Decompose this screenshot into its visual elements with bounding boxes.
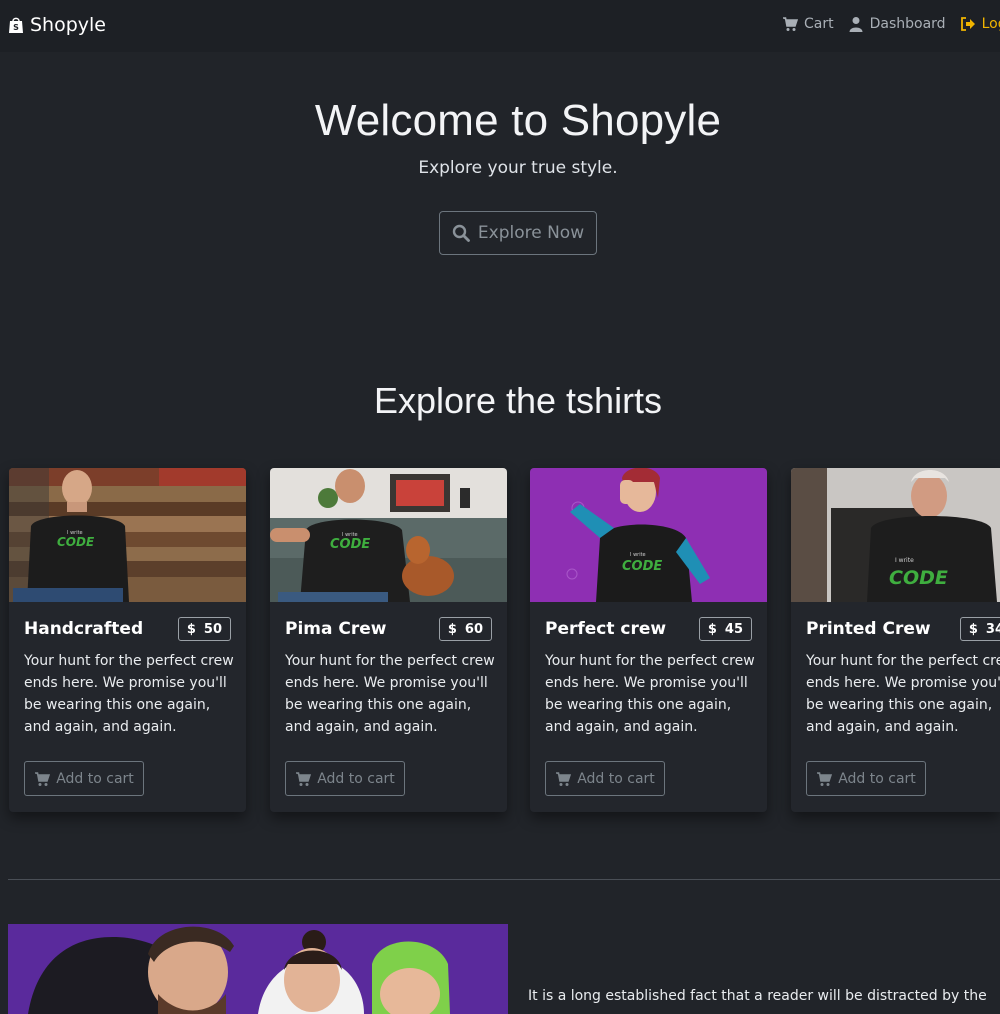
add-to-cart-button[interactable]: Add to cart: [545, 761, 665, 796]
product-image: I write CODE: [270, 468, 507, 602]
currency-symbol: $: [186, 621, 196, 637]
product-description: Your hunt for the perfect crew ends here…: [24, 653, 234, 735]
product-image: I write CODE: [791, 468, 1000, 602]
product-description: Your hunt for the perfect crew ends here…: [806, 653, 1000, 735]
product-image: I write CODE: [9, 468, 246, 602]
shirt-print: CODE: [622, 559, 662, 574]
nav-dashboard-link[interactable]: Dashboard: [848, 16, 946, 32]
product-card: I write CODE Pima Crew $ 60 Your hunt fo…: [270, 468, 507, 812]
product-name: Perfect crew: [545, 619, 667, 639]
price-badge: $ 45: [698, 617, 752, 641]
add-to-cart-button[interactable]: Add to cart: [24, 761, 144, 796]
add-to-cart-label: Add to cart: [577, 770, 655, 787]
product-card: I write CODE Handcrafted $ 50 Your hunt …: [9, 468, 246, 812]
add-to-cart-label: Add to cart: [317, 770, 395, 787]
svg-text:S: S: [13, 23, 19, 32]
product-name: Pima Crew: [285, 619, 387, 639]
cart-icon: [296, 771, 312, 786]
price-badge: $ 34: [959, 617, 1000, 641]
explore-now-button[interactable]: Explore Now: [439, 211, 597, 255]
price-value: 60: [464, 621, 483, 637]
product-name: Handcrafted: [24, 619, 144, 639]
cart-icon: [817, 771, 833, 786]
nav-cart-label: Cart: [804, 16, 834, 32]
currency-symbol: $: [447, 621, 457, 637]
shirt-print-small: I write: [630, 552, 646, 558]
product-name: Printed Crew: [806, 619, 931, 639]
search-icon: [452, 224, 470, 242]
add-to-cart-button[interactable]: Add to cart: [285, 761, 405, 796]
brand-name: Shopyle: [30, 14, 106, 36]
add-to-cart-button[interactable]: Add to cart: [806, 761, 926, 796]
shirt-print: CODE: [57, 535, 95, 549]
product-image: I write CODE: [530, 468, 767, 602]
shirt-print-small: I write: [895, 557, 914, 564]
price-value: 45: [724, 621, 743, 637]
currency-symbol: $: [707, 621, 717, 637]
hero-subtitle: Explore your true style.: [418, 158, 618, 178]
hero-title: Welcome to Shopyle: [314, 96, 722, 145]
product-description: Your hunt for the perfect crew ends here…: [285, 653, 495, 735]
cart-icon: [556, 771, 572, 786]
nav-logout-label: Log: [981, 16, 1000, 32]
currency-symbol: $: [968, 621, 978, 637]
explore-now-label: Explore Now: [477, 223, 585, 243]
logout-icon: [960, 17, 975, 31]
promo-image: [8, 924, 508, 1014]
price-badge: $ 50: [177, 617, 231, 641]
cart-icon: [35, 771, 51, 786]
add-to-cart-label: Add to cart: [838, 770, 916, 787]
nav-dashboard-label: Dashboard: [869, 16, 946, 32]
section-title: Explore the tshirts: [373, 380, 663, 421]
price-value: 50: [203, 621, 222, 637]
cart-icon: [783, 17, 798, 31]
price-value: 34: [985, 621, 1000, 637]
shirt-print: CODE: [330, 537, 370, 552]
product-description: Your hunt for the perfect crew ends here…: [545, 653, 755, 735]
shirt-print: CODE: [889, 567, 948, 589]
add-to-cart-label: Add to cart: [56, 770, 134, 787]
nav-links: Cart Dashboard Log: [782, 16, 1000, 32]
price-badge: $ 60: [438, 617, 492, 641]
section-divider: [8, 879, 1000, 880]
brand-link[interactable]: S Shopyle: [8, 14, 106, 36]
nav-cart-link[interactable]: Cart: [782, 16, 834, 32]
product-card: I write CODE Printed Crew $ 34 Your hunt…: [791, 468, 1000, 812]
user-icon: [849, 17, 863, 32]
navbar: S Shopyle Cart Dashboard Log: [0, 0, 1000, 52]
shopping-bag-icon: S: [9, 17, 23, 33]
nav-logout-link[interactable]: Log: [960, 16, 1000, 32]
product-card: I write CODE Perfect crew $ 45 Your hunt…: [530, 468, 767, 812]
promo-text: It is a long established fact that a rea…: [528, 988, 987, 1004]
